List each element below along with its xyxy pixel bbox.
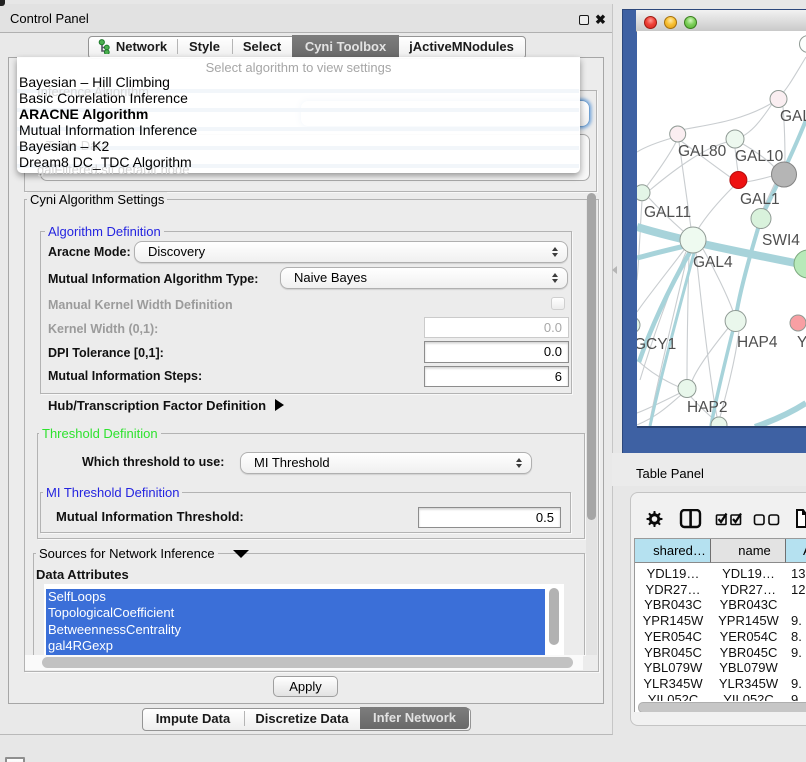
svg-text:HAP2: HAP2 [687, 399, 728, 416]
svg-text:GCY1: GCY1 [637, 336, 676, 353]
svg-text:SWI4: SWI4 [762, 232, 800, 249]
svg-text:HAP4: HAP4 [737, 334, 778, 351]
svg-text:GAL4: GAL4 [693, 254, 733, 271]
svg-text:YJ: YJ [797, 334, 806, 351]
svg-text:GAL80: GAL80 [678, 143, 727, 160]
svg-text:GAL7: GAL7 [780, 108, 806, 125]
svg-text:GAL10: GAL10 [735, 148, 784, 165]
svg-text:GAL1: GAL1 [740, 191, 780, 208]
svg-text:GAL11: GAL11 [644, 204, 691, 221]
